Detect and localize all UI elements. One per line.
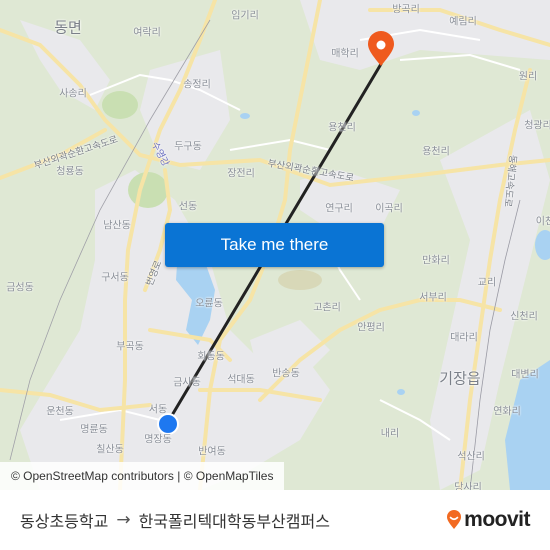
place-label: 명장동	[144, 434, 172, 446]
moovit-logo[interactable]: moovit	[446, 508, 530, 532]
map-view[interactable]: 동면 여락리 임기리송정리사송리두구동청룡동 장전리선동남산동구서동금성동오륜동부곡동…	[0, 0, 550, 490]
place-label: 여락리	[133, 27, 161, 39]
moovit-pin-icon	[447, 510, 462, 529]
place-label: 이곡리	[375, 203, 403, 215]
place-label: 금성동	[6, 282, 34, 294]
place-label: 용천리	[422, 146, 450, 158]
place-label: 임기리	[231, 10, 259, 22]
place-label: 동면	[54, 18, 82, 37]
take-me-there-button[interactable]: Take me there	[165, 223, 384, 267]
place-label: 원리	[518, 71, 538, 83]
moovit-wordmark: moovit	[464, 508, 530, 531]
place-label: 두구동	[174, 141, 202, 153]
place-label: 금사동	[173, 377, 201, 389]
place-label: 석대동	[227, 374, 255, 386]
place-label: 대변리	[511, 369, 539, 381]
place-label: 오륜동	[195, 298, 223, 310]
place-label: 연화리	[493, 406, 521, 418]
map-attribution[interactable]: © OpenStreetMap contributors | © OpenMap…	[0, 462, 285, 490]
place-label: 운천동	[46, 406, 74, 418]
place-label: 당사리	[454, 482, 482, 491]
place-label: 교리	[477, 277, 497, 289]
place-label: 방곡리	[392, 4, 420, 16]
place-label: 선동	[178, 201, 198, 213]
destination-name: 한국폴리텍대학동부산캠퍼스	[138, 512, 330, 531]
place-label: 서동	[148, 404, 168, 416]
place-label: 청광리	[524, 120, 550, 132]
place-label: 연구리	[325, 203, 353, 215]
place-label: 대라리	[450, 332, 478, 344]
place-label: 매학리	[331, 48, 359, 60]
place-label: 이천	[535, 216, 550, 228]
origin-name: 동상초등학교	[20, 512, 109, 531]
place-label: 명륜동	[80, 424, 108, 436]
place-label: 부곡동	[116, 341, 144, 353]
place-label: 안평리	[357, 322, 385, 334]
place-label: 용천리	[328, 122, 356, 134]
place-label: 회동동	[197, 351, 225, 363]
place-label: 서부리	[419, 292, 447, 304]
place-label: 송정리	[183, 79, 211, 91]
place-label: 장전리	[227, 168, 255, 180]
place-label: 청룡동	[56, 166, 84, 178]
place-label: 만화리	[422, 255, 450, 267]
place-label: 신천리	[510, 311, 538, 323]
footer-bar: 동상초등학교 → 한국폴리텍대학동부산캠퍼스 moovit	[0, 490, 550, 550]
place-label: 칠산동	[96, 444, 124, 456]
place-label: 반여동	[198, 446, 226, 458]
place-label: 사송리	[59, 88, 87, 100]
arrow-right-icon: →	[116, 510, 131, 530]
place-label: 남산동	[103, 220, 131, 232]
place-label: 석산리	[457, 451, 485, 463]
route-title: 동상초등학교 → 한국폴리텍대학동부산캠퍼스	[20, 490, 330, 550]
place-label: 내리	[380, 428, 400, 440]
place-label: 예림리	[449, 16, 477, 28]
place-label: 구서동	[101, 272, 129, 284]
place-label: 기장읍	[439, 369, 481, 388]
place-label: 고촌리	[313, 302, 341, 314]
place-label: 반송동	[272, 368, 300, 380]
